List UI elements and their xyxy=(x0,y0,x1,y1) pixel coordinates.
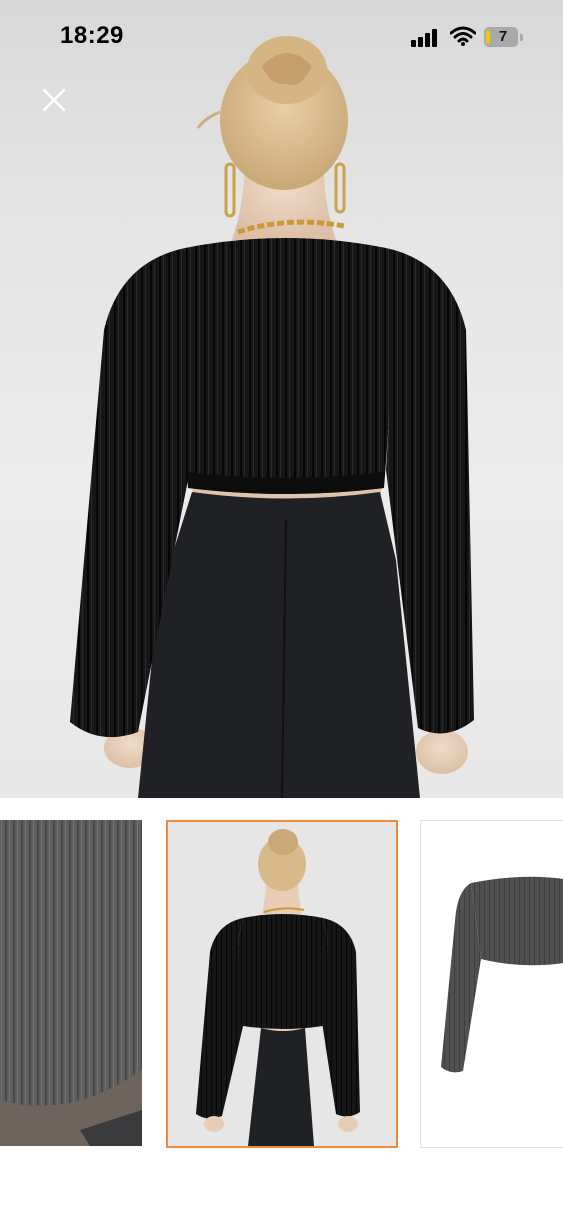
status-bar: 18:29 7 xyxy=(0,0,563,76)
model-back-view-photo xyxy=(70,36,474,798)
battery-level: 7 xyxy=(498,28,508,45)
thumbnail-strip xyxy=(0,820,563,1148)
signal-bars-icon xyxy=(411,29,439,47)
product-main-image[interactable] xyxy=(0,0,563,798)
thumbnail-knit-closeup[interactable] xyxy=(0,820,142,1146)
ribbed-knit-closeup-image xyxy=(0,820,142,1146)
wifi-icon xyxy=(450,26,476,46)
thumbnail-flat-lay[interactable] xyxy=(420,820,563,1148)
status-time: 18:29 xyxy=(60,22,124,49)
sweater-flat-lay-image xyxy=(441,876,563,1073)
close-icon[interactable] xyxy=(40,86,68,114)
thumbnail-back-view-selected[interactable] xyxy=(166,820,398,1148)
battery-icon: 7 xyxy=(484,27,523,47)
back-view-thumbnail-image xyxy=(168,822,396,1146)
